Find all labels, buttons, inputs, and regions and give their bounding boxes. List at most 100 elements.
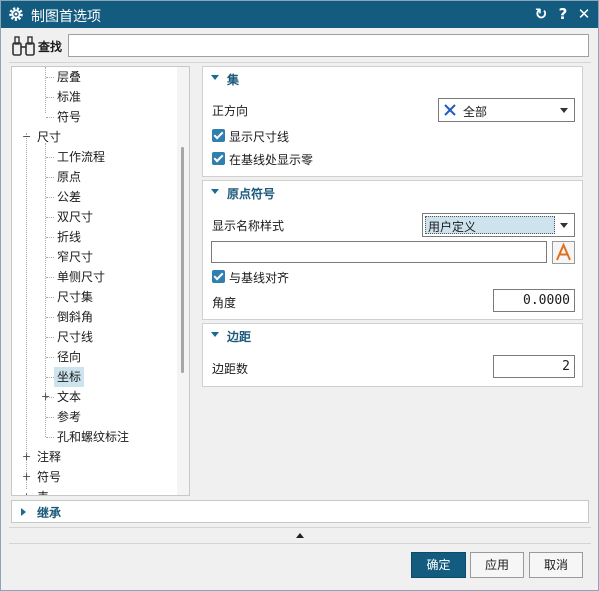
tree-item[interactable]: + 符号 [12, 467, 178, 487]
divider [9, 543, 591, 544]
tree-item-label: 尺寸 [37, 130, 62, 144]
inherit-title: 继承 [37, 506, 62, 520]
margin-count-field[interactable]: 2 [493, 355, 575, 378]
tree-guide [46, 317, 54, 318]
collapse-icon[interactable]: − [22, 131, 31, 142]
search-input[interactable] [68, 34, 589, 57]
tree-item[interactable]: 折线 [12, 227, 178, 247]
tree-item[interactable]: − 尺寸 [12, 127, 178, 147]
tree-item[interactable]: +表 [12, 487, 178, 495]
tree-item-label: 折线 [57, 230, 82, 244]
gear-icon [9, 7, 23, 21]
panel-margin-title: 边距 [227, 330, 252, 344]
search-label: 查找 [38, 40, 63, 54]
xy-cross-icon [444, 104, 456, 116]
tree-scrollbar-thumb[interactable] [181, 147, 184, 373]
preference-tree[interactable]: 层叠 标准 符号 − 尺寸 工作流程 原点 公差 双尺寸 折线 窄尺寸 单侧尺寸 尺寸集 倒斜角 尺寸线 径向… [11, 66, 190, 496]
panel-origin-symbol-header[interactable]: 原点符号 [203, 181, 582, 205]
title-bar[interactable]: 制图首选项 ↻ ? ✕ [1, 1, 598, 28]
tree-item-label: 层叠 [57, 70, 82, 84]
checkbox-checked-icon [212, 152, 225, 165]
tree-guide [46, 117, 54, 118]
tree-item[interactable]: 符号 [12, 107, 178, 127]
reset-icon[interactable]: ↻ [532, 5, 550, 23]
tree-item[interactable]: 径向 [12, 347, 178, 367]
help-icon[interactable]: ? [554, 5, 572, 23]
expand-caret-icon [21, 508, 26, 516]
tree-item-label: 窄尺寸 [57, 250, 94, 264]
tree-guide [46, 297, 54, 298]
tree-guide [46, 277, 54, 278]
orientation-dropdown[interactable]: 全部 [438, 98, 575, 122]
drafting-preferences-dialog: 制图首选项 ↻ ? ✕ 查找 层叠 标准 符号 − 尺寸 工作流程 原点 公差 双尺寸 折线 窄尺寸… [0, 0, 599, 591]
tree-item[interactable]: 尺寸集 [12, 287, 178, 307]
expand-icon[interactable]: + [22, 471, 31, 482]
tree-item-label: 双尺寸 [57, 210, 94, 224]
tree-item[interactable]: 双尺寸 [12, 207, 178, 227]
panel-margin-header[interactable]: 边距 [203, 324, 582, 348]
panel-origin-symbol-title: 原点符号 [227, 187, 276, 201]
orientation-value: 全部 [463, 105, 488, 119]
tree-guide [46, 97, 54, 98]
chevron-down-icon [560, 108, 568, 113]
close-icon[interactable]: ✕ [575, 5, 593, 23]
panel-origin-symbol: 原点符号 显示名称样式 用户定义 与基线对齐 角度 0.0000 [202, 180, 583, 320]
tree-item[interactable]: 标准 [12, 87, 178, 107]
show-zero-at-baseline-checkbox[interactable]: 在基线处显示零 [212, 151, 382, 167]
tree-guide [46, 417, 54, 418]
tree-item-label: 单侧尺寸 [57, 270, 106, 284]
tree-item-label: 原点 [57, 170, 82, 184]
origin-name-input[interactable] [211, 241, 547, 263]
tree-guide [46, 337, 54, 338]
tree-item[interactable]: 参考 [12, 407, 178, 427]
tree-item-label: 尺寸线 [57, 330, 94, 344]
align-with-baseline-label: 与基线对齐 [229, 271, 290, 285]
tree-item[interactable]: 尺寸线 [12, 327, 178, 347]
name-style-value: 用户定义 [428, 220, 477, 234]
panel-set-header[interactable]: 集 [203, 67, 582, 91]
tree-guide [46, 237, 54, 238]
tree-guide [46, 217, 54, 218]
tree-guide [46, 197, 54, 198]
inherit-section-header[interactable]: 继承 [11, 500, 589, 523]
tree-item[interactable]: 公差 [12, 187, 178, 207]
tree-guide [46, 437, 54, 438]
text-style-button[interactable] [552, 241, 575, 264]
margin-count-label: 边距数 [212, 362, 249, 376]
show-dimension-line-checkbox[interactable]: 显示尺寸线 [212, 128, 362, 144]
tree-item[interactable]: 单侧尺寸 [12, 267, 178, 287]
collapse-caret-icon [211, 332, 219, 337]
name-style-dropdown[interactable]: 用户定义 [422, 213, 575, 237]
tree-guide [46, 77, 54, 78]
tree-item[interactable]: 层叠 [12, 67, 178, 87]
tree-item[interactable]: 倒斜角 [12, 307, 178, 327]
chevron-up-icon[interactable] [296, 533, 304, 538]
panel-empty-area [202, 388, 583, 496]
apply-button[interactable]: 应用 [470, 552, 524, 578]
show-zero-at-baseline-label: 在基线处显示零 [229, 153, 314, 167]
tree-scrollbar[interactable] [177, 67, 189, 495]
tree-item[interactable]: 原点 [12, 167, 178, 187]
cancel-button[interactable]: 取消 [529, 552, 583, 578]
ok-button[interactable]: 确定 [411, 552, 466, 578]
tree-guide [46, 157, 54, 158]
tree-item-label: 文本 [57, 390, 82, 404]
tree-item[interactable]: 工作流程 [12, 147, 178, 167]
align-with-baseline-checkbox[interactable]: 与基线对齐 [212, 269, 362, 285]
tree-item-label: 孔和螺纹标注 [57, 430, 130, 444]
tree-item[interactable]: 孔和螺纹标注 [12, 427, 178, 447]
tree-item[interactable]: 窄尺寸 [12, 247, 178, 267]
tree-item-label: 尺寸集 [57, 290, 94, 304]
tree-content: 层叠 标准 符号 − 尺寸 工作流程 原点 公差 双尺寸 折线 窄尺寸 单侧尺寸 尺寸集 倒斜角 尺寸线 径向… [12, 67, 178, 495]
angle-field[interactable]: 0.0000 [493, 289, 575, 312]
tree-item-label: 径向 [57, 350, 82, 364]
tree-item[interactable]: + 注释 [12, 447, 178, 467]
tree-item[interactable]: 坐标 [12, 367, 178, 387]
expand-icon[interactable]: + [22, 491, 31, 495]
expand-icon[interactable]: + [41, 391, 50, 402]
tree-item-label: 倒斜角 [57, 310, 94, 324]
tree-item[interactable]: + 文本 [12, 387, 178, 407]
expand-icon[interactable]: + [22, 451, 31, 462]
text-style-icon [556, 242, 571, 261]
tree-item-label: 注释 [37, 450, 62, 464]
